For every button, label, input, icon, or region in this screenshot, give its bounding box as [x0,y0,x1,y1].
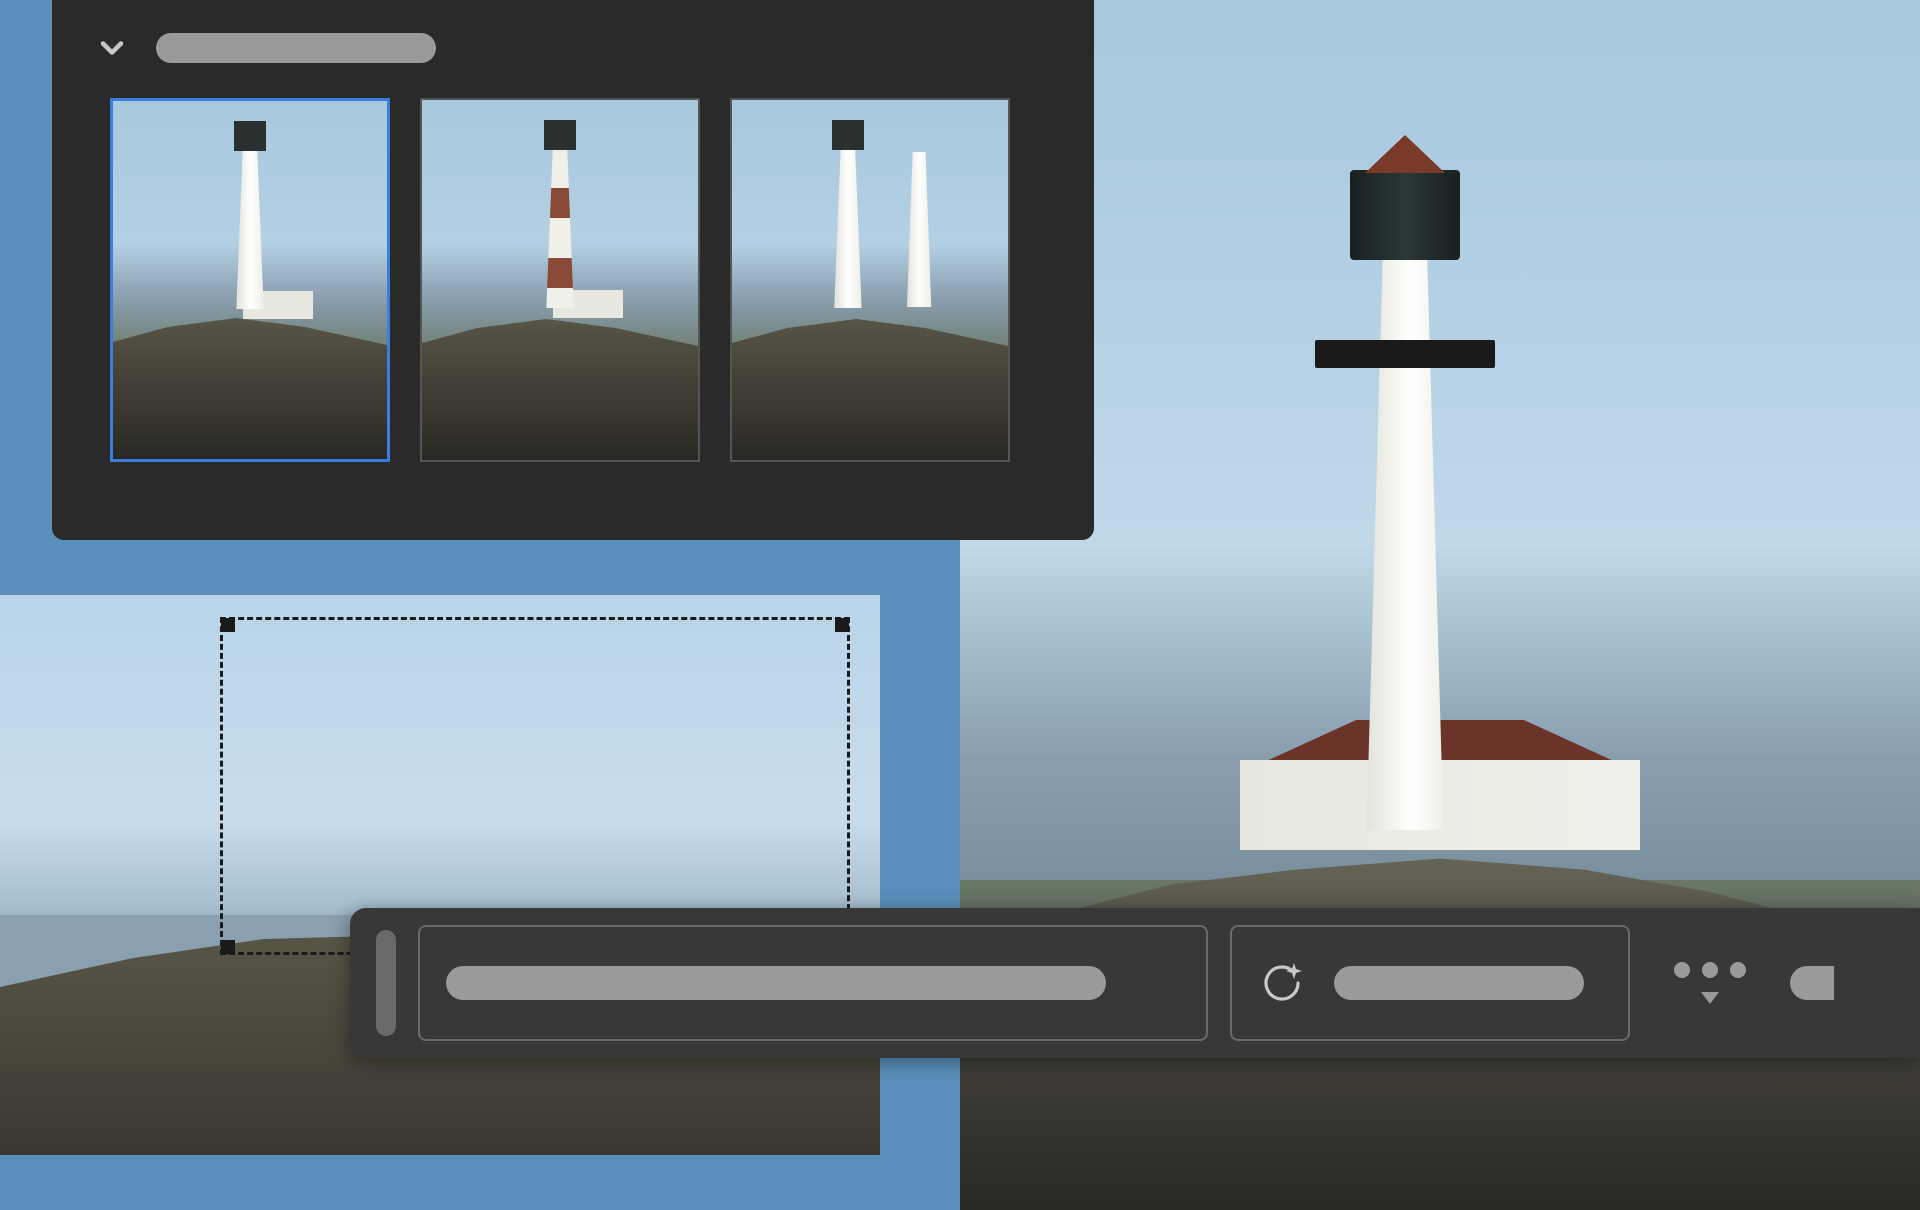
preview-lantern [1350,170,1460,260]
sparkle-refresh-icon [1258,959,1306,1007]
prompt-input[interactable] [418,925,1208,1041]
source-canvas[interactable] [0,595,880,1155]
preview-gallery-rail [1315,340,1495,368]
variation-thumbnail-2[interactable] [420,98,700,462]
selection-marquee[interactable] [220,617,850,955]
preview-lantern-roof [1365,135,1445,173]
generate-button[interactable] [1230,925,1630,1041]
variations-panel [52,0,1094,540]
variation-thumbnail-3[interactable] [730,98,1010,462]
prompt-placeholder-pill [446,966,1106,1000]
chevron-down-icon[interactable] [92,28,132,68]
caret-down-icon [1701,992,1719,1004]
generate-label [1334,966,1584,1000]
ellipsis-icon [1674,962,1746,978]
variation-thumbnail-1[interactable] [110,98,390,462]
bar-end-control[interactable] [1790,966,1834,1000]
selection-handle-bl[interactable] [221,940,235,954]
variations-thumbnails [92,98,1054,462]
variations-title [156,33,436,63]
variations-header [92,28,1054,68]
more-menu-button[interactable] [1652,962,1768,1004]
prompt-bar [350,908,1920,1058]
drag-handle[interactable] [376,930,396,1036]
